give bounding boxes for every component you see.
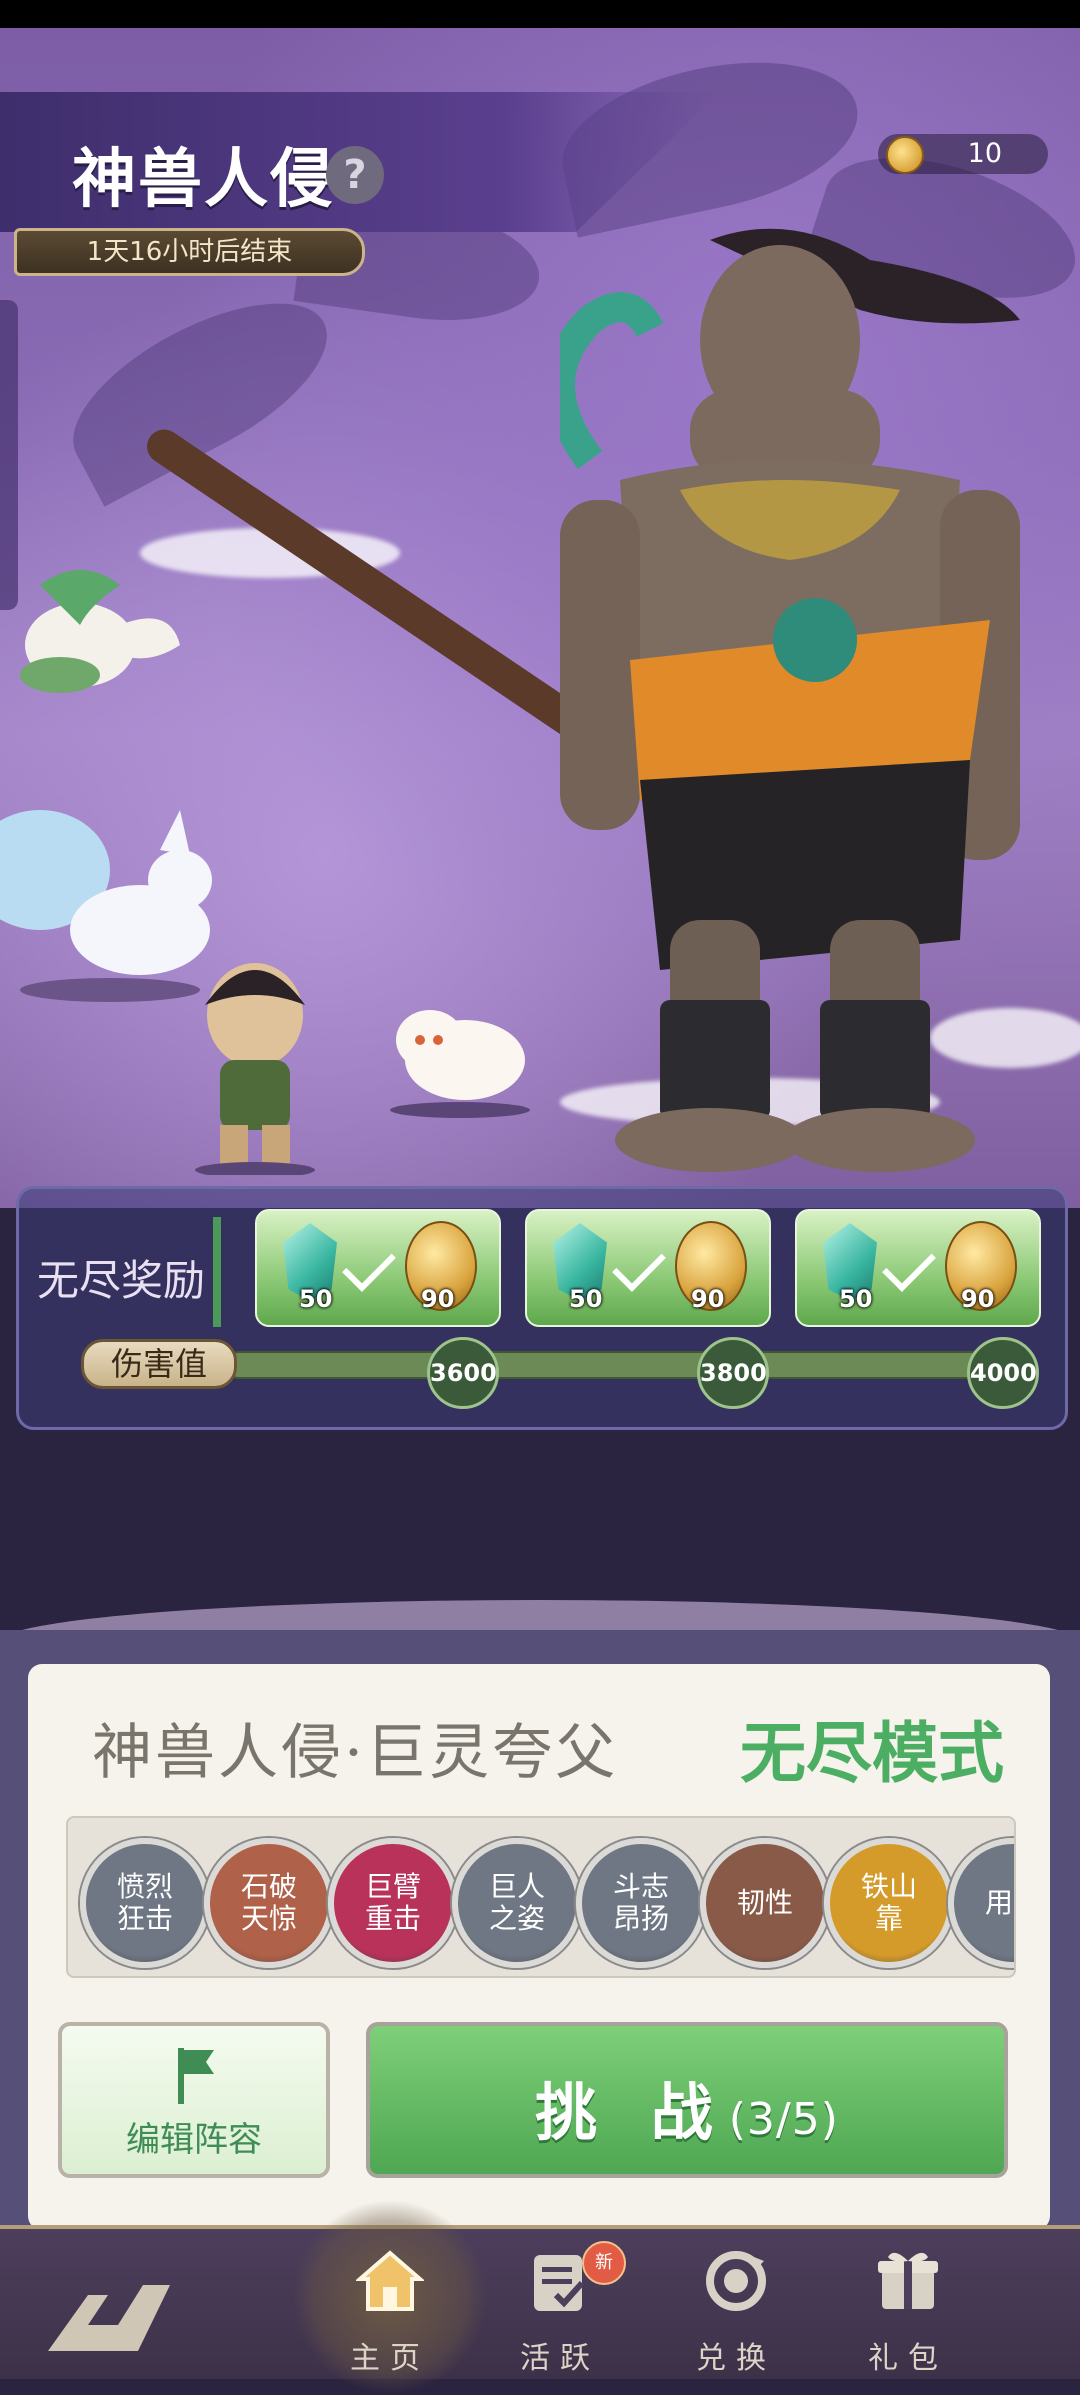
nav-item-gift[interactable]: 礼包 (838, 2239, 978, 2376)
reward-card[interactable]: 50 90 (525, 1209, 771, 1327)
challenge-text: 挑 战 (535, 2076, 729, 2149)
checkmark-icon (882, 1238, 936, 1292)
gem-quantity: 50 (299, 1285, 333, 1313)
pet-white-cat-image (390, 1010, 530, 1118)
skill-icon[interactable]: 用过 (948, 1838, 1014, 1968)
currency-display: 10 (878, 134, 1048, 174)
boss-info-card: 神兽人侵·巨灵夸父 无尽模式 愤烈狂击 石破天惊 巨臂重击 巨人之姿 斗志昂扬 … (28, 1664, 1050, 2230)
reward-panel-label: 无尽奖励 (37, 1256, 206, 1305)
damage-milestone: 4000 (967, 1337, 1039, 1409)
boss-giant-image (560, 228, 1020, 1172)
bottom-nav: 主页 新 活跃 兑换 礼包 (0, 2199, 1080, 2395)
skill-icon[interactable]: 韧性 (700, 1838, 830, 1968)
skill-label: 韧性 (736, 1886, 793, 1919)
skill-label: 铁山靠 (860, 1870, 917, 1935)
question-icon[interactable]: ? (326, 146, 384, 204)
nav-label: 主页 (350, 2341, 430, 2376)
boss-name: 神兽人侵·巨灵夸父 (92, 1718, 619, 1788)
skill-label: 斗志昂扬 (612, 1870, 669, 1935)
nav-item-exchange[interactable]: 兑换 (666, 2239, 806, 2376)
challenge-count: (3/5) (728, 2094, 839, 2145)
reward-card[interactable]: 50 90 (795, 1209, 1041, 1327)
damage-progress-bar (227, 1351, 1031, 1379)
nav-item-active[interactable]: 新 活跃 (490, 2239, 630, 2376)
challenge-button[interactable]: 挑 战(3/5) (366, 2022, 1008, 2178)
skill-label: 巨臂重击 (364, 1870, 421, 1935)
challenge-label: 挑 战(3/5) (370, 2062, 1004, 2152)
nav-item-home[interactable]: 主页 (292, 2199, 488, 2395)
skill-icon[interactable]: 愤烈狂击 (80, 1838, 210, 1968)
nav-label: 兑换 (696, 2341, 776, 2376)
skill-icon[interactable]: 巨人之姿 (452, 1838, 582, 1968)
skill-label: 用过 (984, 1886, 1014, 1919)
event-timer: 1天16小时后结束 (14, 228, 365, 276)
checkmark-icon (342, 1238, 396, 1292)
gem-quantity: 50 (839, 1285, 873, 1313)
coin-quantity: 90 (691, 1285, 725, 1313)
coin-quantity: 90 (961, 1285, 995, 1313)
skill-icon[interactable]: 石破天惊 (204, 1838, 334, 1968)
skill-label: 石破天惊 (240, 1870, 297, 1935)
flag-icon (178, 2048, 214, 2104)
skill-icon[interactable]: 铁山靠 (824, 1838, 954, 1968)
gift-box-icon (878, 2252, 938, 2309)
gem-quantity: 50 (569, 1285, 603, 1313)
reward-divider (213, 1217, 221, 1327)
home-icon (356, 2250, 424, 2311)
endless-reward-panel: 无尽奖励 50 90 50 90 50 90 伤害值 3600 3800 400… (16, 1186, 1068, 1430)
edit-lineup-label: 编辑阵容 (126, 2120, 262, 2160)
event-title: 神兽人侵 (72, 142, 336, 217)
damage-milestone: 3800 (697, 1337, 769, 1409)
edit-lineup-button[interactable]: 编辑阵容 (58, 2022, 330, 2178)
skill-icon[interactable]: 斗志昂扬 (576, 1838, 706, 1968)
skill-label: 愤烈狂击 (116, 1870, 173, 1935)
pet-bird-image (20, 570, 180, 693)
damage-label: 伤害值 (81, 1339, 237, 1389)
reward-card[interactable]: 50 90 (255, 1209, 501, 1327)
game-logo-icon (48, 2285, 170, 2351)
checkmark-icon (612, 1238, 666, 1292)
skill-icon[interactable]: 巨臂重击 (328, 1838, 458, 1968)
notification-badge-icon: 新 (582, 2241, 626, 2285)
skill-list[interactable]: 愤烈狂击 石破天惊 巨臂重击 巨人之姿 斗志昂扬 韧性 铁山靠 用过 (66, 1816, 1016, 1978)
gold-ingot-icon (886, 136, 924, 174)
exchange-icon (706, 2251, 766, 2311)
skill-label: 巨人之姿 (488, 1870, 545, 1935)
currency-value: 10 (967, 138, 1002, 169)
hero-character-image (195, 963, 315, 1175)
mode-label: 无尽模式 (740, 1714, 1004, 1792)
coin-quantity: 90 (421, 1285, 455, 1313)
damage-milestone: 3600 (427, 1337, 499, 1409)
nav-label: 礼包 (868, 2341, 948, 2376)
nav-label: 活跃 (520, 2341, 600, 2376)
status-bar (0, 0, 1080, 28)
